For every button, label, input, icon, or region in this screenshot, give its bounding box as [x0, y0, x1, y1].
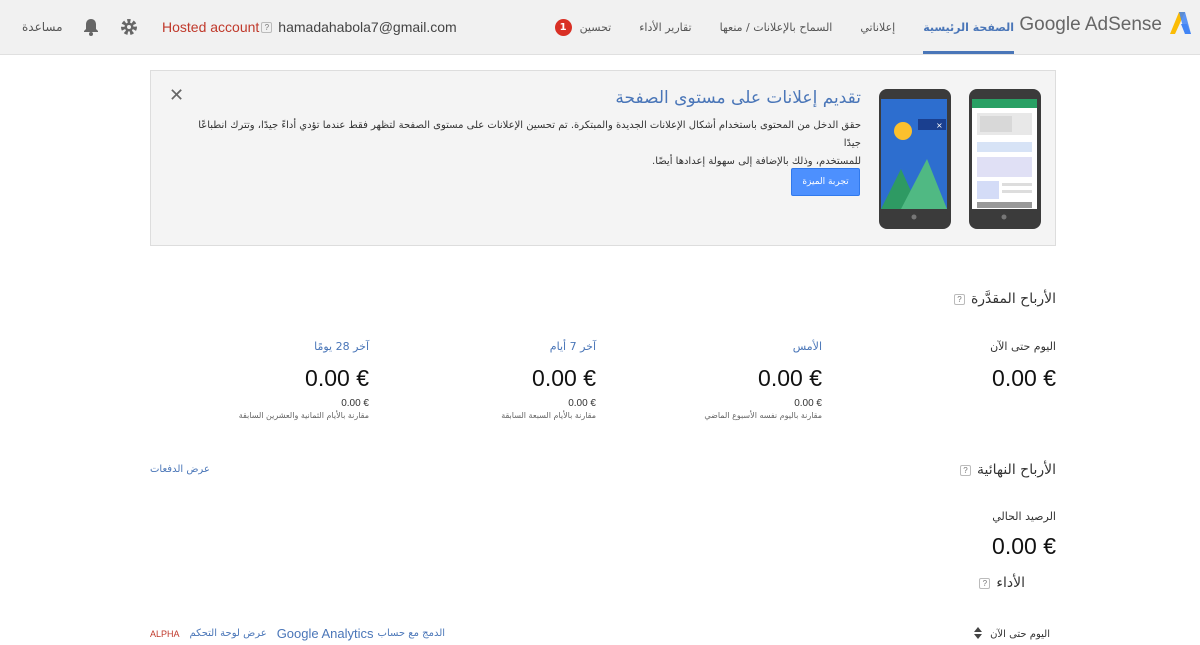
nav-optimization-label: تحسين — [579, 20, 612, 34]
metric-label: اليوم حتى الآن — [990, 340, 1056, 353]
finalized-earnings-title: الأرباح النهائية ? — [959, 462, 1056, 478]
estimated-earnings-title: الأرباح المقدَّرة ? — [953, 291, 1056, 307]
performance-range-select[interactable]: اليوم حتى الآن — [974, 627, 1050, 642]
section-title-text: الأرباح المقدَّرة — [970, 291, 1056, 307]
metric-comparison-text: مقارنة باليوم نفسه الأسبوع الماضي — [704, 411, 822, 420]
current-balance: الرصيد الحالي 0.00 € — [826, 510, 1056, 560]
alpha-badge: ALPHA — [150, 628, 180, 639]
metric-comparison-text: مقارنة بالأيام الثمانية والعشرين السابقة — [238, 411, 369, 420]
metric-comparison-text: مقارنة بالأيام السبعة السابقة — [501, 411, 596, 420]
metric-today: اليوم حتى الآن 0.00 € — [826, 340, 1056, 392]
metric-value: 0.00 € — [992, 533, 1056, 559]
performance-title: الأداء ? — [979, 575, 1025, 591]
nav-optimization[interactable]: تحسين 1 — [554, 0, 612, 54]
section-title-text: الأرباح النهائية — [976, 462, 1056, 478]
notifications-bell-icon[interactable] — [81, 17, 101, 37]
settings-gear-icon[interactable] — [119, 17, 139, 37]
try-feature-button[interactable]: تجربة الميزة — [791, 168, 860, 196]
optimization-count-badge: 1 — [554, 18, 572, 36]
promo-description-line: حقق الدخل من المحتوى باستخدام أشكال الإع… — [198, 120, 861, 149]
help-question-icon[interactable]: ? — [979, 577, 991, 589]
nav-home[interactable]: الصفحة الرئيسية — [923, 0, 1014, 54]
brand[interactable]: Google AdSense — [1019, 10, 1192, 40]
metric-label[interactable]: آخر 7 أيام — [366, 340, 596, 353]
range-select-value: اليوم حتى الآن — [990, 629, 1050, 640]
account-email[interactable]: hamadahabola7@gmail.com — [278, 19, 456, 35]
metric-value: 0.00 € — [532, 365, 596, 391]
metric-value: 0.00 € — [992, 365, 1056, 391]
hosted-account-label: Hosted account — [162, 19, 260, 35]
nav-my-ads[interactable]: إعلاناتي — [860, 0, 895, 54]
nav-allow-block-ads[interactable]: السماح بالإعلانات / منعها — [720, 0, 833, 54]
brand-name: Google AdSense — [1019, 14, 1162, 35]
sort-arrows-icon — [974, 627, 983, 642]
performance-links: ALPHA عرض لوحة التحكم Google Analytics ا… — [150, 626, 445, 641]
metric-label[interactable]: الأمس — [592, 340, 822, 353]
metric-comparison-value: 0.00 € — [794, 398, 822, 409]
help-question-icon[interactable]: ? — [261, 21, 273, 33]
metric-last-28-days: آخر 28 يومًا 0.00 € 0.00 € مقارنة بالأيا… — [139, 340, 369, 420]
metric-yesterday: الأمس 0.00 € 0.00 € مقارنة باليوم نفسه ا… — [592, 340, 822, 420]
help-link[interactable]: مساعدة — [22, 20, 63, 34]
metric-label[interactable]: آخر 28 يومًا — [139, 340, 369, 353]
adsense-logo-icon — [1170, 10, 1192, 40]
metric-comparison-value: 0.00 € — [341, 398, 369, 409]
close-icon[interactable]: ✕ — [169, 85, 184, 106]
phone-illustration: × — [879, 89, 951, 229]
metric-last-7-days: آخر 7 أيام 0.00 € 0.00 € مقارنة بالأيام … — [366, 340, 596, 420]
promo-description: حقق الدخل من المحتوى باستخدام أشكال الإع… — [181, 117, 861, 171]
svg-text:×: × — [936, 121, 943, 130]
page-level-ads-promo: ✕ تقديم إعلانات على مستوى الصفحة حقق الد… — [150, 70, 1056, 246]
top-header: مساعدة Hosted account ? hamadahabola7@gm… — [0, 0, 1200, 55]
account-info: Hosted account ? hamadahabola7@gmail.com — [162, 0, 457, 54]
google-analytics-link[interactable]: Google Analytics — [277, 626, 374, 641]
promo-title: تقديم إعلانات على مستوى الصفحة — [615, 88, 861, 108]
help-question-icon[interactable]: ? — [959, 464, 971, 476]
view-dashboard-link[interactable]: عرض لوحة التحكم — [190, 628, 267, 639]
metric-comparison-value: 0.00 € — [568, 398, 596, 409]
phone-illustration — [969, 89, 1041, 229]
help-question-icon[interactable]: ? — [953, 293, 965, 305]
metric-label: الرصيد الحالي — [992, 510, 1056, 523]
section-title-text: الأداء — [996, 575, 1025, 591]
metric-value: 0.00 € — [758, 365, 822, 391]
integrate-account-link[interactable]: الدمج مع حساب — [378, 628, 446, 639]
nav-performance-reports[interactable]: تقارير الأداء — [639, 0, 691, 54]
header-tools: مساعدة — [22, 0, 139, 54]
promo-description-line: للمستخدم، وذلك بالإضافة إلى سهولة إعداده… — [652, 156, 861, 167]
view-payments-link[interactable]: عرض الدفعات — [150, 464, 210, 475]
metric-value: 0.00 € — [305, 365, 369, 391]
main-nav: الصفحة الرئيسية إعلاناتي السماح بالإعلان… — [527, 0, 1014, 54]
